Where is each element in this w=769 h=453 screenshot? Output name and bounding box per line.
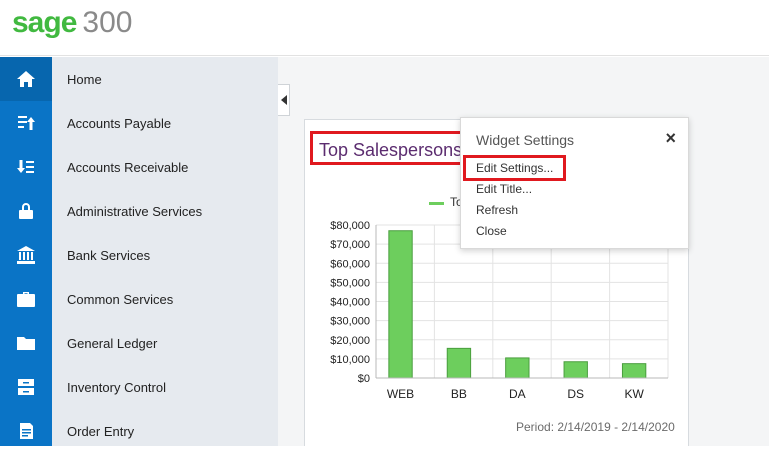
home-icon[interactable] [0,57,52,101]
nav-item-bank-services[interactable]: Bank Services [52,233,278,277]
nav-item-home[interactable]: Home [52,57,278,101]
logo-version: 300 [82,6,133,39]
y-tick-label: $80,000 [330,220,370,232]
y-tick-label: $50,000 [330,277,370,289]
order-icon[interactable] [0,409,52,453]
nav-item-order-entry[interactable]: Order Entry [52,409,278,453]
lock-icon[interactable] [0,189,52,233]
menu-item-edit-title[interactable]: Edit Title... [476,182,532,196]
bar-kw [621,363,647,379]
nav-item-administrative-services[interactable]: Administrative Services [52,189,278,233]
icon-rail [0,57,52,446]
receivable-icon[interactable] [0,145,52,189]
chevron-left-icon [280,95,287,105]
y-tick-label: $30,000 [330,316,370,328]
nav-item-accounts-payable[interactable]: Accounts Payable [52,101,278,145]
briefcase-icon[interactable] [0,277,52,321]
bank-icon[interactable] [0,233,52,277]
legend-swatch [429,202,444,205]
payable-icon[interactable] [0,101,52,145]
y-tick-label: $20,000 [330,335,370,347]
close-icon[interactable]: × [665,128,676,149]
widget-settings-popup: Widget Settings × Edit Settings... Edit … [460,117,689,249]
module-nav: Home Accounts Payable Accounts Receivabl… [52,57,278,446]
y-tick-label: $70,000 [330,239,370,251]
top-bar: sage 300 [0,0,769,56]
x-tick-label: DA [509,387,526,401]
y-tick-label: $0 [358,373,370,385]
y-tick-label: $10,000 [330,354,370,366]
bar-ds [563,361,588,379]
folder-icon[interactable] [0,321,52,365]
period-label: Period: 2/14/2019 - 2/14/2020 [516,420,675,434]
nav-item-inventory-control[interactable]: Inventory Control [52,365,278,409]
edit-settings-highlight-box [463,155,566,181]
sage-logo[interactable]: sage 300 [12,6,132,46]
menu-item-close[interactable]: Close [476,224,507,238]
inventory-icon[interactable] [0,365,52,409]
logo-brand: sage [12,6,77,39]
popup-title: Widget Settings [476,132,575,148]
title-highlight-box [310,131,465,165]
nav-item-common-services[interactable]: Common Services [52,277,278,321]
x-tick-label: BB [451,387,467,401]
menu-item-refresh[interactable]: Refresh [476,203,518,217]
y-tick-label: $60,000 [330,258,370,270]
nav-item-general-ledger[interactable]: General Ledger [52,321,278,365]
nav-item-accounts-receivable[interactable]: Accounts Receivable [52,145,278,189]
x-tick-label: DS [567,387,584,401]
x-tick-label: WEB [387,387,414,401]
x-tick-label: KW [624,387,644,401]
bar-da [505,357,530,379]
bar-web [388,230,413,379]
collapse-sidebar-button[interactable] [278,84,290,116]
bar-bb [446,347,472,379]
y-tick-label: $40,000 [330,297,370,309]
